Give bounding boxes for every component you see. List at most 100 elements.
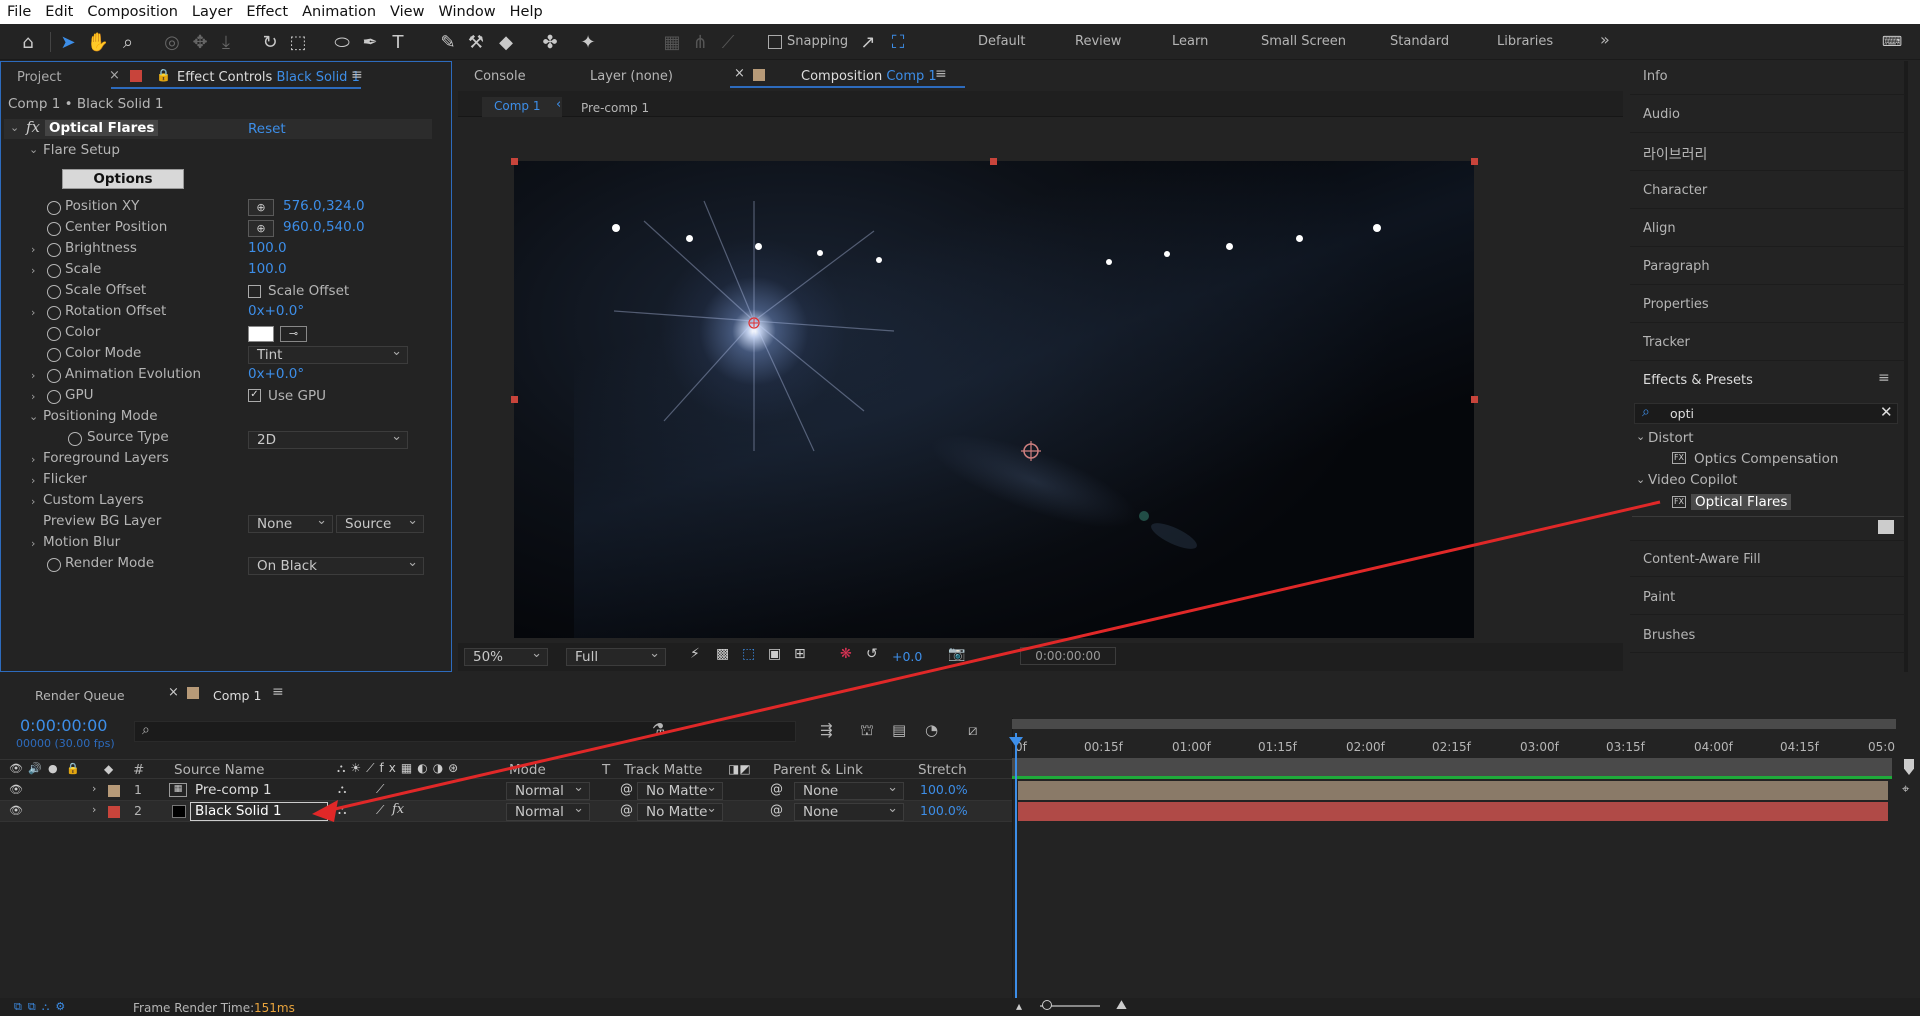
menu-animation[interactable]: Animation (295, 4, 383, 20)
preview-bg-source-dropdown[interactable]: Source (336, 513, 424, 533)
expand-arrow-icon[interactable]: › (31, 390, 35, 403)
matte-source-icon[interactable]: @ (620, 803, 633, 818)
pickwhip-icon[interactable]: @ (770, 782, 783, 797)
exposure-value[interactable]: +0.0 (892, 649, 922, 664)
layer-mode-dropdown[interactable]: Normal (506, 780, 590, 800)
workspace-overflow-icon[interactable]: » (1600, 30, 1610, 49)
shy-layers-icon[interactable]: ⛫ (860, 721, 874, 741)
panel-menu-icon[interactable]: ≡ (935, 66, 947, 82)
expand-arrow-icon[interactable]: ⌄ (1636, 473, 1645, 486)
motion-blur-icon[interactable]: ◔ (925, 721, 938, 739)
col-stretch[interactable]: Stretch (918, 762, 967, 778)
eyedropper-icon[interactable]: ⊸ (280, 326, 307, 342)
viewer-timecode[interactable]: 0:00:00:00 (1020, 647, 1116, 665)
layer-name[interactable]: Pre-comp 1 (195, 782, 272, 798)
pan-behind-icon[interactable]: ⬚ (286, 30, 310, 54)
work-area-bar[interactable] (1012, 719, 1896, 729)
align-icon[interactable]: ▦ (660, 30, 684, 54)
pen-tool-icon[interactable]: ✒ (358, 30, 382, 54)
label-icon[interactable]: ◆ (104, 762, 113, 776)
reset-link[interactable]: Reset (248, 121, 286, 137)
footer-toggle-icons[interactable]: ⧉⧉⛬⚙ (14, 1000, 71, 1014)
menu-effect[interactable]: Effect (239, 4, 295, 20)
layer-label-swatch[interactable] (108, 785, 120, 797)
panel-content-aware-fill[interactable]: Content-Aware Fill (1643, 552, 1761, 567)
workspace-default[interactable]: Default (978, 34, 1026, 49)
menu-help[interactable]: Help (503, 4, 550, 20)
transparency-grid-icon[interactable]: ▩ (716, 646, 729, 662)
transform-handle[interactable] (511, 158, 518, 165)
expand-arrow-icon[interactable]: › (92, 803, 96, 816)
close-icon[interactable]: × (734, 66, 745, 81)
menu-window[interactable]: Window (431, 4, 502, 20)
fx-icon[interactable]: fx (392, 802, 404, 817)
menu-edit[interactable]: Edit (38, 4, 80, 20)
selection-tool-icon[interactable]: ➤ (56, 30, 80, 54)
custom-layers-group[interactable]: Custom Layers (43, 492, 144, 513)
layer-bar[interactable] (1018, 781, 1888, 800)
home-icon[interactable]: ⌂ (16, 30, 40, 54)
roto-brush-icon[interactable]: ✤ (538, 30, 562, 54)
tab-project[interactable]: Project (17, 70, 61, 85)
collapse-switch-icon[interactable]: ⛬ (338, 782, 346, 797)
options-button[interactable]: Options (62, 169, 184, 189)
expand-arrow-icon[interactable]: › (31, 474, 35, 487)
pan-camera-icon[interactable]: ✥ (188, 30, 212, 54)
menu-file[interactable]: File (0, 4, 38, 20)
expand-arrow-icon[interactable]: › (31, 243, 35, 256)
distribute-icon[interactable]: ⋔ (688, 30, 712, 54)
eye-icon[interactable]: 👁 (9, 783, 23, 796)
layer-bar[interactable] (1018, 802, 1888, 821)
tab-effect-controls[interactable]: Effect Controls Black Solid 1 (177, 70, 360, 85)
track-matte-dropdown[interactable]: No Matte (637, 780, 723, 800)
hand-tool-icon[interactable]: ✋ (86, 30, 110, 54)
layer-mode-dropdown[interactable]: Normal (506, 801, 590, 821)
rotation-tool-icon[interactable]: ↻ (258, 30, 282, 54)
stopwatch-icon[interactable] (47, 285, 61, 299)
use-gpu-checkbox[interactable]: ✓ (248, 389, 261, 402)
parent-dropdown[interactable]: None (794, 801, 904, 821)
tab-composition[interactable]: Composition Comp 1 (801, 69, 937, 84)
workspace-small-screen[interactable]: Small Screen (1261, 34, 1346, 49)
panel-paint[interactable]: Paint (1643, 590, 1675, 605)
expand-arrow-icon[interactable]: › (31, 537, 35, 550)
foreground-layers-group[interactable]: Foreground Layers (43, 450, 169, 471)
workspace-learn[interactable]: Learn (1172, 34, 1208, 49)
solo-icon[interactable]: ● (48, 762, 58, 775)
current-timecode[interactable]: 0:00:00:00 (20, 716, 107, 735)
expand-arrow-icon[interactable]: › (31, 369, 35, 382)
playhead[interactable] (1015, 733, 1017, 1016)
timeline-nav-bar[interactable] (1012, 758, 1892, 776)
quality-switch-icon[interactable]: ⟋ (376, 782, 384, 797)
panel-properties[interactable]: Properties (1643, 297, 1709, 312)
color-swatch[interactable] (248, 326, 274, 342)
eye-icon[interactable]: 👁 (9, 762, 23, 775)
reset-exposure-icon[interactable]: ↺ (866, 646, 878, 662)
transform-handle[interactable] (1471, 158, 1478, 165)
pickwhip-icon[interactable]: @ (770, 803, 783, 818)
tab-console[interactable]: Console (474, 69, 526, 84)
zoom-in-icon[interactable]: ⛰ (1116, 998, 1127, 1013)
panel-paragraph[interactable]: Paragraph (1643, 259, 1710, 274)
chevron-left-icon[interactable]: ‹ (556, 97, 561, 112)
expand-arrow-icon[interactable]: › (31, 264, 35, 277)
crosshair-icon[interactable]: ⊕ (248, 199, 274, 216)
menu-composition[interactable]: Composition (80, 4, 185, 20)
comp-marker-icon[interactable]: ⌖ (1902, 782, 1909, 797)
stretch-value[interactable]: 100.0% (920, 782, 968, 797)
stopwatch-icon[interactable] (47, 348, 61, 362)
quality-switch-icon[interactable]: ⟋ (376, 803, 384, 818)
new-folder-icon[interactable] (1878, 520, 1894, 534)
crosshair-icon[interactable]: ⊕ (248, 220, 274, 237)
frame-blending-icon[interactable]: ▤ (892, 721, 906, 739)
menu-view[interactable]: View (383, 4, 431, 20)
search-help-icon[interactable]: ⌨ (1880, 30, 1904, 54)
transform-handle[interactable] (511, 396, 518, 403)
panel-tracker[interactable]: Tracker (1643, 335, 1690, 350)
clear-search-icon[interactable]: ✕ (1880, 403, 1893, 421)
breadcrumb-comp1[interactable]: Comp 1 (482, 97, 562, 117)
panel-audio[interactable]: Audio (1643, 107, 1680, 122)
color-channels-icon[interactable]: ❋ (840, 646, 852, 662)
ellipse-tool-icon[interactable]: ⬭ (330, 30, 354, 54)
menu-layer[interactable]: Layer (185, 4, 239, 20)
